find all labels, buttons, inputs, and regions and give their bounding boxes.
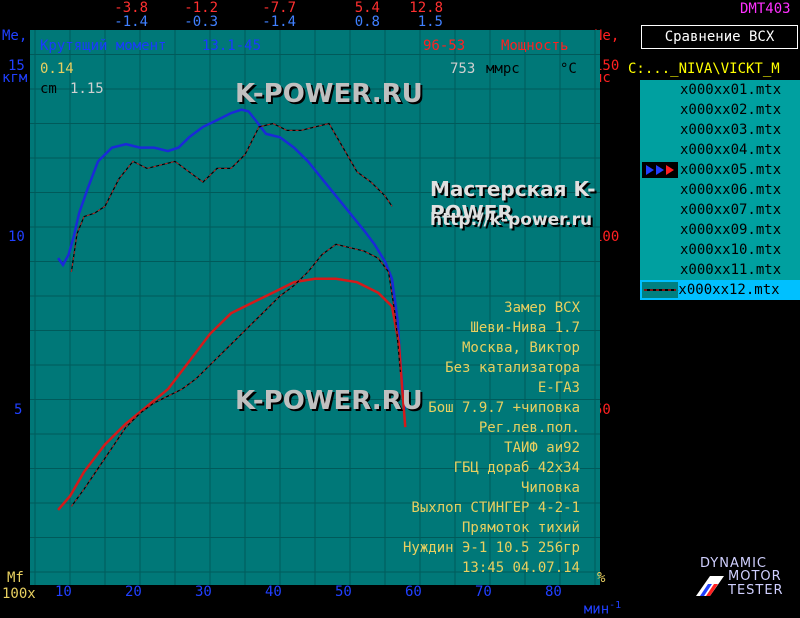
y-left-tick-10: 10	[8, 229, 25, 245]
series-3-line	[70, 243, 401, 507]
readout-row-1: -3.8 -1.2 -7.7 5.4 12.8	[0, 1, 620, 15]
readout-row-2: -1.4 -0.3 -1.4 0.8 1.5	[0, 15, 620, 29]
power-legend-range: 96-53	[423, 38, 466, 54]
rpm-unit-label: мин-1	[567, 584, 621, 618]
file-name: x000xx01.mtx	[680, 82, 782, 98]
x-tick-label: 10	[55, 584, 72, 600]
file-item[interactable]: x000xx06.mtx	[640, 180, 800, 200]
readout-row2-1: -0.3	[184, 14, 218, 30]
torque-legend-label: Крутящий момент	[40, 38, 167, 54]
note-line: Нуждин Э-1 10.5 256гр	[402, 540, 580, 556]
note-line: ГБЦ дораб 42х34	[453, 460, 580, 476]
file-item[interactable]: x000xx10.mtx	[640, 240, 800, 260]
file-item[interactable]: ◆x000xx12.mtx	[640, 280, 800, 300]
file-list[interactable]: x000xx01.mtx x000xx02.mtx x000xx03.mtx x000…	[640, 80, 800, 300]
x-tick-label: 30	[195, 584, 212, 600]
readout-row2-3: 0.8	[354, 14, 380, 30]
note-line: Выхлоп СТИНГЕР 4-2-1	[411, 500, 580, 516]
x-tick-label: 80	[545, 584, 562, 600]
x-tick-label: 70	[475, 584, 492, 600]
temp-unit: °C	[560, 61, 577, 77]
torque-legend-range: 13.1-45	[202, 38, 262, 54]
readout-row1-1: -1.2	[184, 0, 218, 16]
note-line: Прямоток тихий	[461, 520, 580, 536]
note-line: Рег.лев.пол.	[478, 420, 580, 436]
file-item[interactable]: x000xx09.mtx	[640, 220, 800, 240]
file-name: x000xx10.mtx	[680, 242, 782, 258]
readout-row1-0: -3.8	[114, 0, 148, 16]
x-tick-label: 20	[125, 584, 142, 600]
mf-label: Mf	[7, 570, 24, 586]
watermark-middle: K-POWER.RU	[235, 386, 423, 416]
x-tick-label: 40	[265, 584, 282, 600]
watermark-url: http://k-power.ru	[430, 210, 593, 230]
dynamic-motor-tester-logo: DYNAMIC MOTOR TESTER	[692, 556, 800, 600]
file-name: x000xx04.mtx	[680, 142, 782, 158]
rpm-unit: мин	[583, 601, 610, 618]
curve-style-icon	[642, 282, 678, 298]
cm-value: 1.15	[70, 81, 104, 97]
test-notes: Замер ВСХ Шеви-Нива 1.7 Москва, Виктор Без …	[403, 298, 580, 578]
logo-line-3: TESTER	[728, 583, 784, 598]
file-name: ◆x000xx12.mtx	[670, 282, 780, 298]
y-left-tick-15: 15	[8, 58, 25, 74]
pressure-value: 753	[450, 61, 476, 77]
readout-row1-4: 12.8	[409, 0, 443, 16]
note-line: Без катализатора	[445, 360, 580, 376]
note-line: Чиповка	[520, 480, 580, 496]
app-title: DMT403	[740, 1, 791, 17]
note-line: Москва, Виктор	[461, 340, 580, 356]
x-tick-label: 60	[405, 584, 422, 600]
file-name: x000xx06.mtx	[680, 182, 782, 198]
watermark-top: K-POWER.RU	[235, 79, 423, 109]
pressure-unit: ммрс	[486, 61, 520, 77]
cm-label: cm	[40, 81, 57, 97]
file-name: x000xx02.mtx	[680, 102, 782, 118]
file-item[interactable]: x000xx02.mtx	[640, 100, 800, 120]
file-name: x000xx03.mtx	[680, 122, 782, 138]
compare-series-3-dash	[70, 243, 401, 507]
note-line: ТАИФ аи92	[504, 440, 580, 456]
file-item[interactable]: x000xx03.mtx	[640, 120, 800, 140]
rpm-exponent: -1	[609, 600, 622, 611]
file-name: x000xx07.mtx	[680, 202, 782, 218]
file-item[interactable]: x000xx05.mtx	[640, 160, 800, 180]
power-legend-label: Мощность	[501, 38, 569, 54]
value-1: 0.14	[40, 61, 74, 77]
me-label: Me,	[2, 28, 28, 44]
file-item[interactable]: x000xx04.mtx	[640, 140, 800, 160]
note-line: E-ГАЗ	[537, 380, 580, 396]
x-tick-label: 50	[335, 584, 352, 600]
y-left-tick-5: 5	[14, 402, 23, 418]
note-line: Шеви-Нива 1.7	[470, 320, 580, 336]
readout-row1-3: 5.4	[354, 0, 380, 16]
readout-row2-4: 1.5	[417, 14, 443, 30]
note-line: Замер ВСХ	[504, 300, 580, 316]
readout-row1-2: -7.7	[262, 0, 296, 16]
file-name: x000xx09.mtx	[680, 222, 782, 238]
current-path: C:..._NIVA\VICKT_M	[628, 61, 780, 77]
note-line: Бош 7.9.7 +чиповка	[428, 400, 580, 416]
compare-arrows-icon	[642, 162, 678, 178]
note-line: 13:45 04.07.14	[461, 560, 580, 576]
file-name: x000xx05.mtx	[680, 162, 782, 178]
readout-row2-0: -1.4	[114, 14, 148, 30]
dyno-chart[interactable]: Крутящий момент 13.1-45 96-53 Мощность 0…	[30, 30, 600, 585]
file-name: x000xx11.mtx	[680, 262, 782, 278]
file-item[interactable]: x000xx01.mtx	[640, 80, 800, 100]
readout-row2-2: -1.4	[262, 14, 296, 30]
file-item[interactable]: x000xx07.mtx	[640, 200, 800, 220]
compare-vsh-button[interactable]: Сравнение ВСХ	[641, 25, 798, 49]
file-item[interactable]: x000xx11.mtx	[640, 260, 800, 280]
logo-line-2: MOTOR	[728, 569, 782, 584]
logo-swoosh-icon	[696, 576, 724, 596]
